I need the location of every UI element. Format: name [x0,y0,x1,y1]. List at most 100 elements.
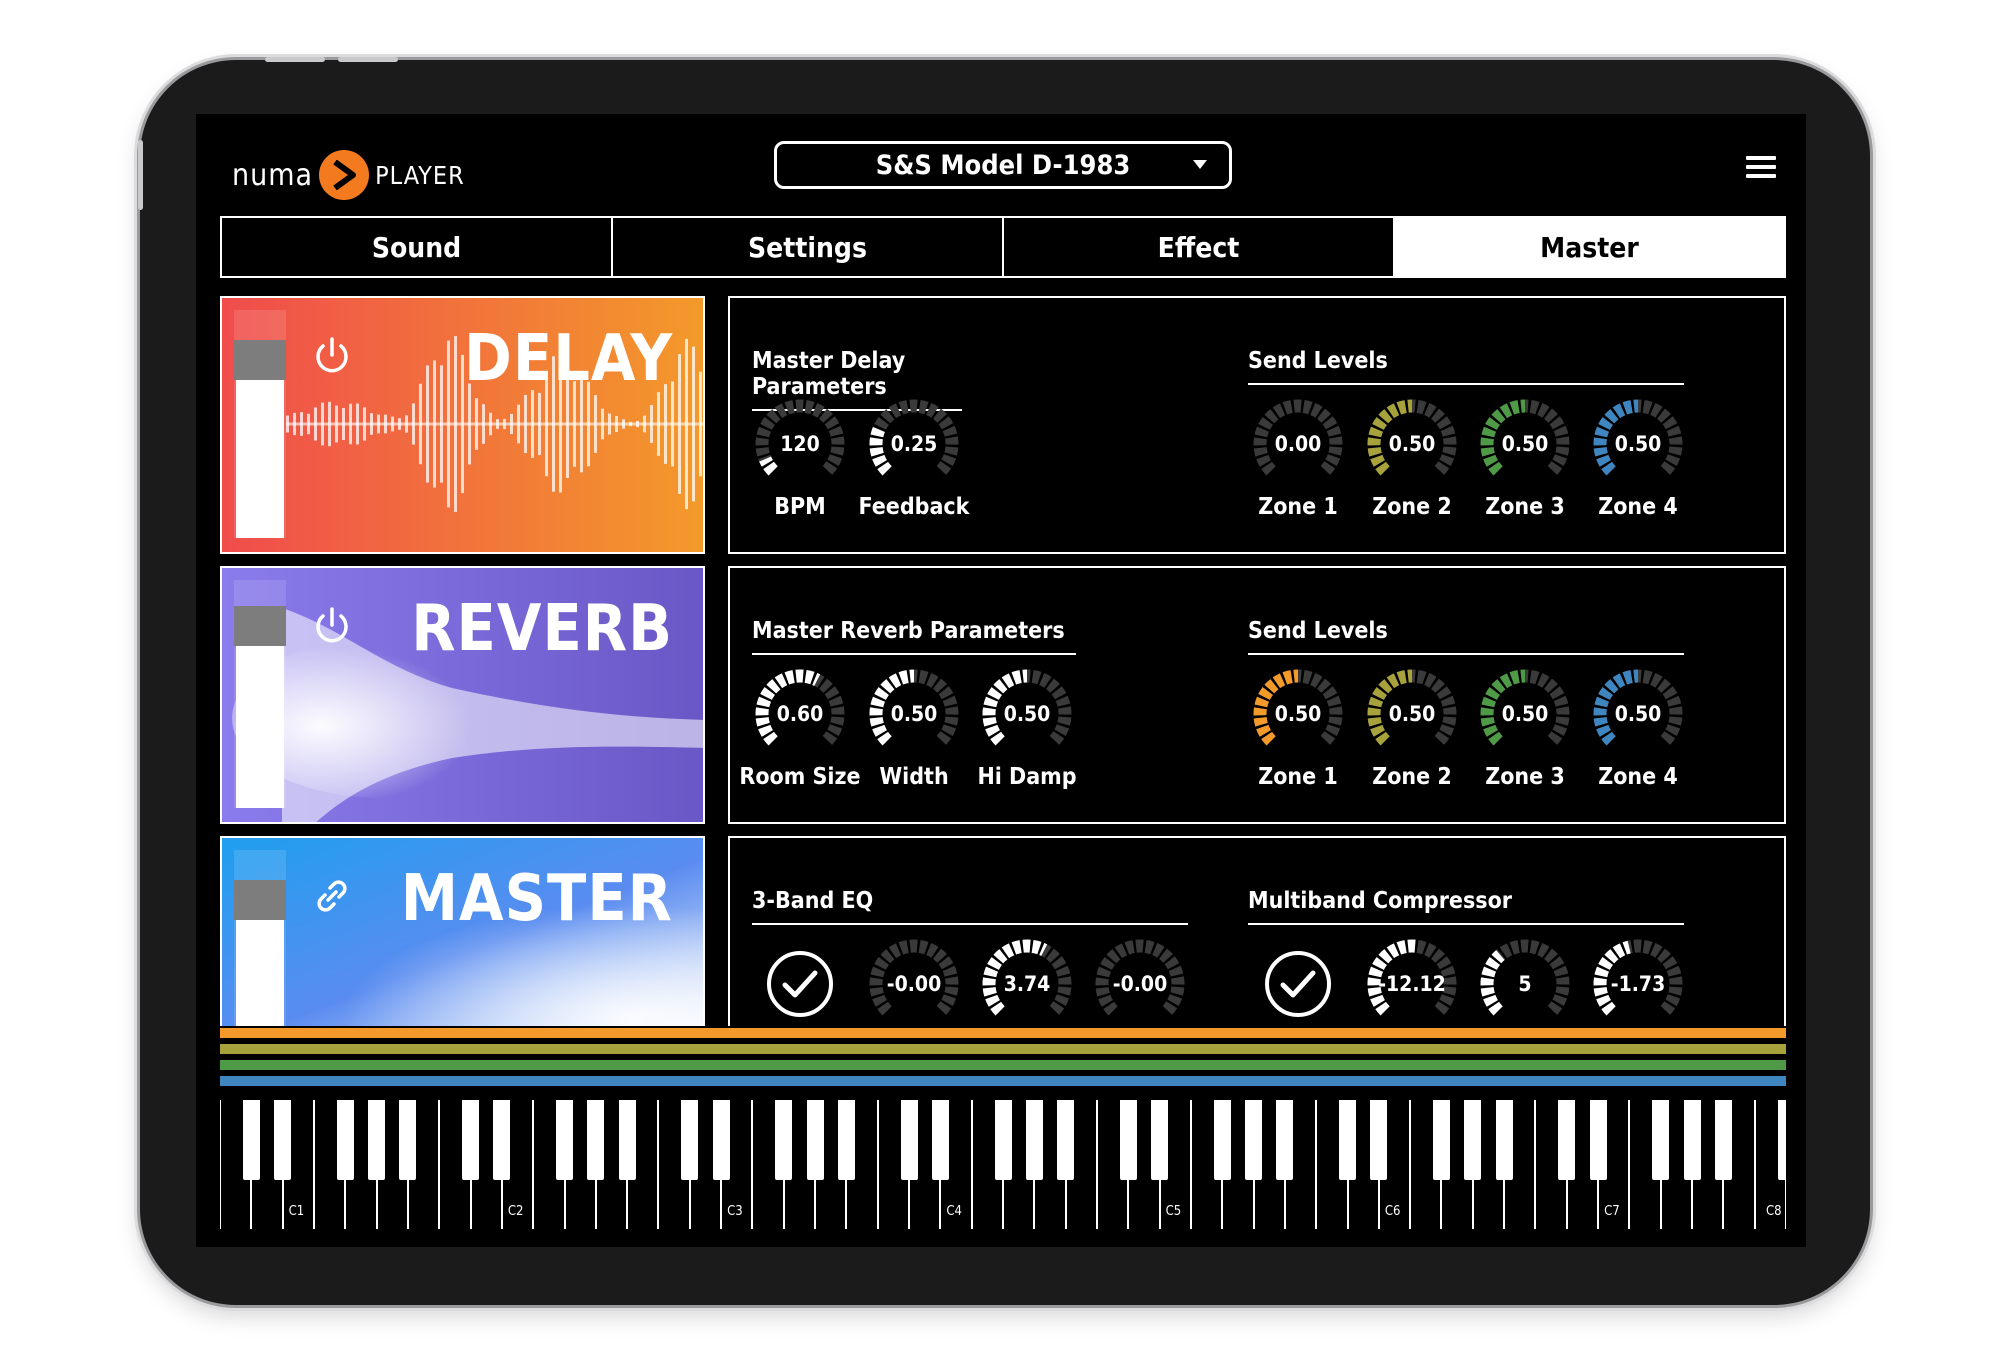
knob-value: -0.00 [886,972,942,996]
black-key[interactable] [1777,1100,1786,1180]
white-key-divider [751,1100,754,1229]
black-key[interactable] [1245,1100,1263,1180]
reverb-send-zone4-knob[interactable]: 0.50 [1588,664,1688,764]
black-key[interactable] [493,1100,511,1180]
delay-send-zone2-knob[interactable]: 0.50 [1362,394,1462,494]
master-level-fader[interactable] [234,850,286,1026]
knob-value: -1.73 [1610,972,1666,996]
black-key[interactable] [242,1100,260,1180]
zone1-range-bar[interactable] [220,1028,1786,1038]
power-icon[interactable] [310,334,354,382]
knob-value: 0.50 [1388,702,1436,726]
black-key[interactable] [618,1100,636,1180]
app-screen: numa PLAYER S&S Model D-1983 Sound Setti… [196,114,1806,1247]
delay-send-zone4-knob[interactable]: 0.50 [1588,394,1688,494]
tablet-side-button [138,140,143,210]
knob-value: 0.25 [890,432,938,456]
hamburger-menu-icon[interactable] [1746,156,1776,178]
white-key-divider [970,1100,973,1229]
black-key[interactable] [587,1100,605,1180]
black-key[interactable] [1119,1100,1137,1180]
black-key[interactable] [775,1100,793,1180]
power-icon[interactable] [310,604,354,652]
zone2-range-bar[interactable] [220,1044,1786,1054]
master-effect-tile[interactable]: MASTER [220,836,705,1026]
black-key[interactable] [1057,1100,1075,1180]
tablet-top-button [338,57,398,62]
knob-value: 0.50 [1388,432,1436,456]
black-key[interactable] [1370,1100,1388,1180]
tab-settings[interactable]: Settings [613,218,1004,276]
room-size-knob[interactable]: 0.60 [750,664,850,764]
black-key[interactable] [1714,1100,1732,1180]
compressor-knob-3[interactable]: -1.73 [1588,934,1688,1026]
black-key[interactable] [837,1100,855,1180]
reverb-send-zone4-label: Zone 4 [1598,764,1678,790]
black-key[interactable] [1432,1100,1450,1180]
piano-keyboard[interactable]: C1 C2 C3 C4 C5 C6 C7 C8 [220,1100,1786,1229]
black-key[interactable] [368,1100,386,1180]
hi-damp-knob[interactable]: 0.50 [977,664,1077,764]
black-key[interactable] [336,1100,354,1180]
compressor-knob-1[interactable]: -12.12 [1362,934,1462,1026]
black-key[interactable] [806,1100,824,1180]
link-icon[interactable] [310,874,354,922]
feedback-knob[interactable]: 0.25 [864,394,964,494]
black-key[interactable] [1213,1100,1231,1180]
delay-effect-tile[interactable]: DELAY [220,296,705,554]
compressor-enable-check-icon[interactable] [1265,951,1331,1017]
knob-value: 0.50 [1003,702,1051,726]
reverb-send-zone2-knob[interactable]: 0.50 [1362,664,1462,764]
black-key[interactable] [1151,1100,1169,1180]
app-logo: numa PLAYER [232,147,465,203]
master-title: MASTER [400,862,673,936]
zone4-range-bar[interactable] [220,1076,1786,1086]
white-key-divider [1534,1100,1537,1229]
black-key[interactable] [1683,1100,1701,1180]
white-key-divider [657,1100,660,1229]
black-key[interactable] [1339,1100,1357,1180]
tab-master[interactable]: Master [1395,218,1784,276]
preset-selector[interactable]: S&S Model D-1983 [774,141,1232,189]
reverb-effect-tile[interactable]: REVERB [220,566,705,824]
delay-send-zone1-knob[interactable]: 0.00 [1248,394,1348,494]
eq-enable-check-icon[interactable] [767,951,833,1017]
delay-send-zone3-knob[interactable]: 0.50 [1475,394,1575,494]
black-key[interactable] [462,1100,480,1180]
black-key[interactable] [556,1100,574,1180]
dropdown-caret-icon [1193,160,1207,169]
knob-value: 0.60 [776,702,824,726]
black-key[interactable] [1276,1100,1294,1180]
black-key[interactable] [1495,1100,1513,1180]
knob-value: -0.00 [1112,972,1168,996]
octave-label: C8 [1766,1204,1782,1219]
black-key[interactable] [712,1100,730,1180]
reverb-send-zone3-knob[interactable]: 0.50 [1475,664,1575,764]
black-key[interactable] [900,1100,918,1180]
eq-high-knob[interactable]: -0.00 [1090,934,1190,1026]
delay-level-fader[interactable] [234,310,286,538]
tab-sound[interactable]: Sound [222,218,613,276]
eq-mid-knob[interactable]: 3.74 [977,934,1077,1026]
tab-effect[interactable]: Effect [1004,218,1395,276]
compressor-knob-2[interactable]: 5 [1475,934,1575,1026]
black-key[interactable] [1652,1100,1670,1180]
eq-low-knob[interactable]: -0.00 [864,934,964,1026]
black-key[interactable] [931,1100,949,1180]
reverb-level-fader[interactable] [234,580,286,808]
knob-value: -12.12 [1378,972,1446,996]
width-knob[interactable]: 0.50 [864,664,964,764]
black-key[interactable] [681,1100,699,1180]
bpm-knob[interactable]: 120 [750,394,850,494]
black-key[interactable] [1589,1100,1607,1180]
black-key[interactable] [274,1100,292,1180]
white-key-divider [220,1100,221,1229]
reverb-send-zone1-knob[interactable]: 0.50 [1248,664,1348,764]
octave-label: C6 [1384,1204,1401,1219]
black-key[interactable] [1464,1100,1482,1180]
black-key[interactable] [994,1100,1012,1180]
black-key[interactable] [1025,1100,1043,1180]
black-key[interactable] [399,1100,417,1180]
black-key[interactable] [1558,1100,1576,1180]
zone3-range-bar[interactable] [220,1060,1786,1070]
